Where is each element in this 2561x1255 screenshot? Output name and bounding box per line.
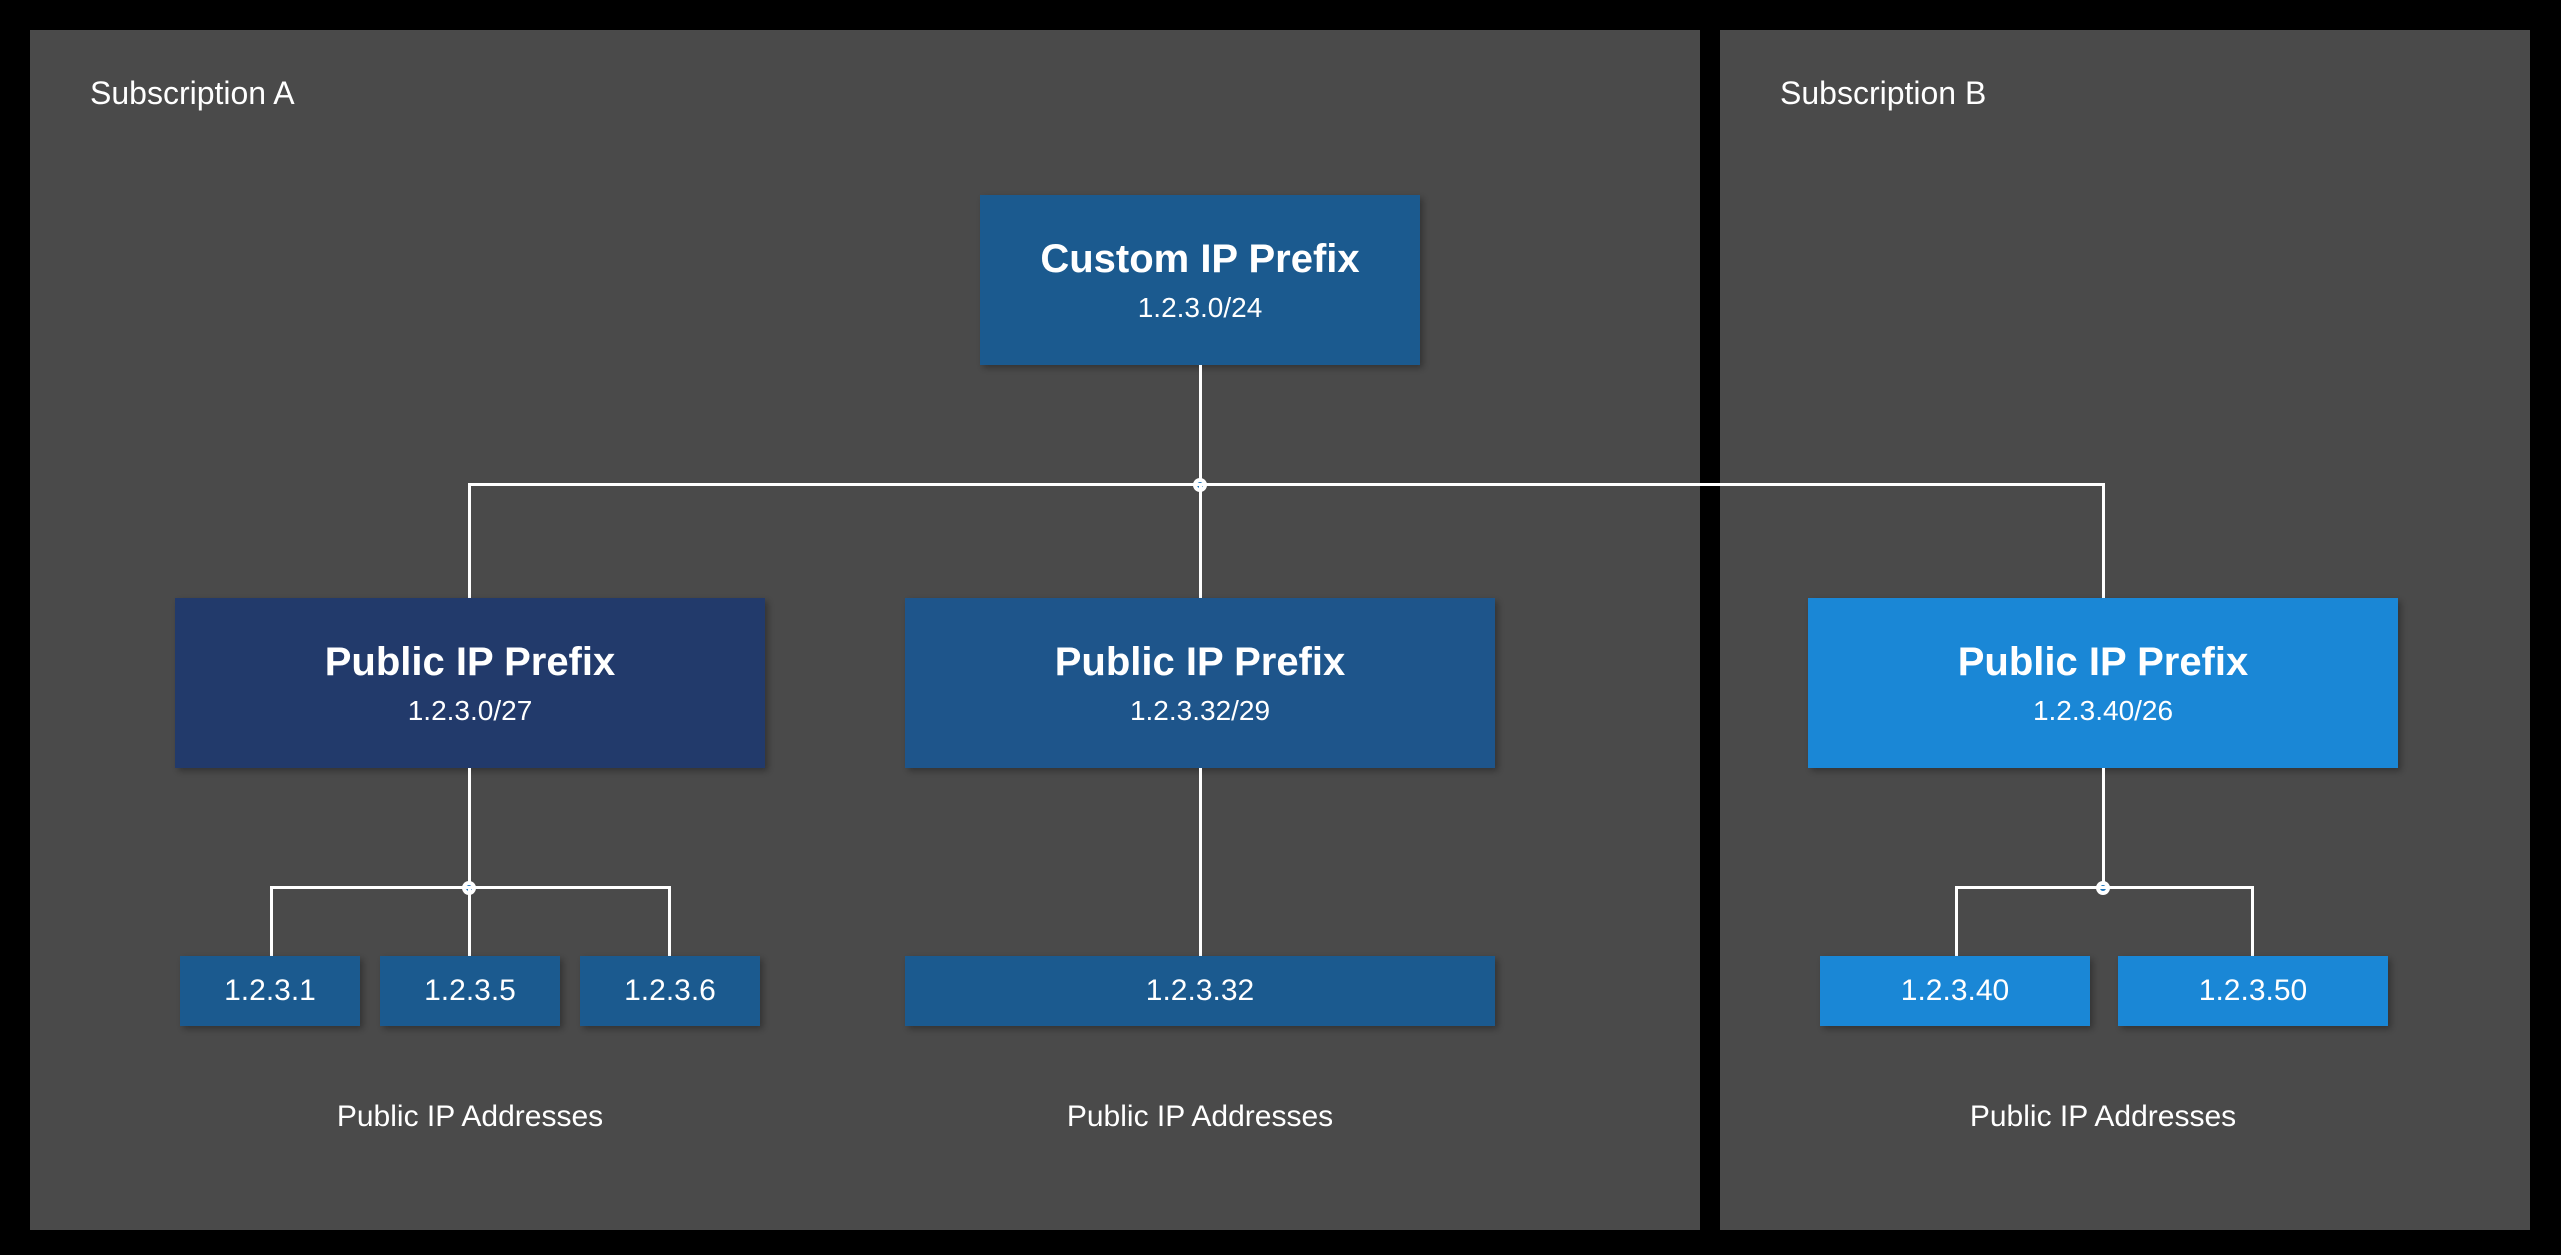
- connector-line: [1199, 768, 1202, 956]
- public-ip-prefix-title: Public IP Prefix: [1958, 640, 2249, 685]
- custom-ip-prefix-cidr: 1.2.3.0/24: [1138, 292, 1263, 324]
- custom-ip-prefix-title: Custom IP Prefix: [1040, 237, 1359, 282]
- public-ip-prefix-cidr: 1.2.3.40/26: [2033, 695, 2173, 727]
- connector-line: [468, 483, 2104, 486]
- connector-line: [1955, 886, 2253, 889]
- public-ip-prefix-box-a: Public IP Prefix 1.2.3.0/27: [175, 598, 765, 768]
- connector-line: [1955, 886, 1958, 956]
- addresses-label-a: Public IP Addresses: [175, 1100, 765, 1134]
- ip-address-box: 1.2.3.5: [380, 956, 560, 1026]
- connector-line: [2102, 768, 2105, 888]
- connector-line: [1199, 485, 1202, 598]
- ip-address: 1.2.3.40: [1901, 974, 2009, 1008]
- ip-address: 1.2.3.6: [624, 974, 716, 1008]
- connector-line: [468, 768, 471, 888]
- connector-line: [2102, 483, 2105, 598]
- connector-line: [1199, 365, 1202, 485]
- ip-address: 1.2.3.32: [1146, 974, 1254, 1008]
- custom-ip-prefix-box: Custom IP Prefix 1.2.3.0/24: [980, 195, 1420, 365]
- public-ip-prefix-title: Public IP Prefix: [325, 640, 616, 685]
- public-ip-prefix-box-c: Public IP Prefix 1.2.3.40/26: [1808, 598, 2398, 768]
- public-ip-prefix-cidr: 1.2.3.32/29: [1130, 695, 1270, 727]
- ip-address-box: 1.2.3.50: [2118, 956, 2388, 1026]
- subscription-b-title: Subscription B: [1780, 75, 1986, 112]
- connector-line: [668, 886, 671, 956]
- connector-line: [270, 886, 273, 956]
- connector-line: [2251, 886, 2254, 956]
- ip-address: 1.2.3.1: [224, 974, 316, 1008]
- connector-line: [468, 888, 471, 956]
- subscription-a-title: Subscription A: [90, 75, 295, 112]
- connector-line: [468, 483, 471, 598]
- public-ip-prefix-title: Public IP Prefix: [1055, 640, 1346, 685]
- ip-address-box: 1.2.3.6: [580, 956, 760, 1026]
- addresses-label-c: Public IP Addresses: [1808, 1100, 2398, 1134]
- public-ip-prefix-box-b: Public IP Prefix 1.2.3.32/29: [905, 598, 1495, 768]
- ip-address: 1.2.3.5: [424, 974, 516, 1008]
- ip-address-box: 1.2.3.32: [905, 956, 1495, 1026]
- ip-address-box: 1.2.3.40: [1820, 956, 2090, 1026]
- addresses-label-b: Public IP Addresses: [905, 1100, 1495, 1134]
- ip-address-box: 1.2.3.1: [180, 956, 360, 1026]
- public-ip-prefix-cidr: 1.2.3.0/27: [408, 695, 533, 727]
- ip-address: 1.2.3.50: [2199, 974, 2307, 1008]
